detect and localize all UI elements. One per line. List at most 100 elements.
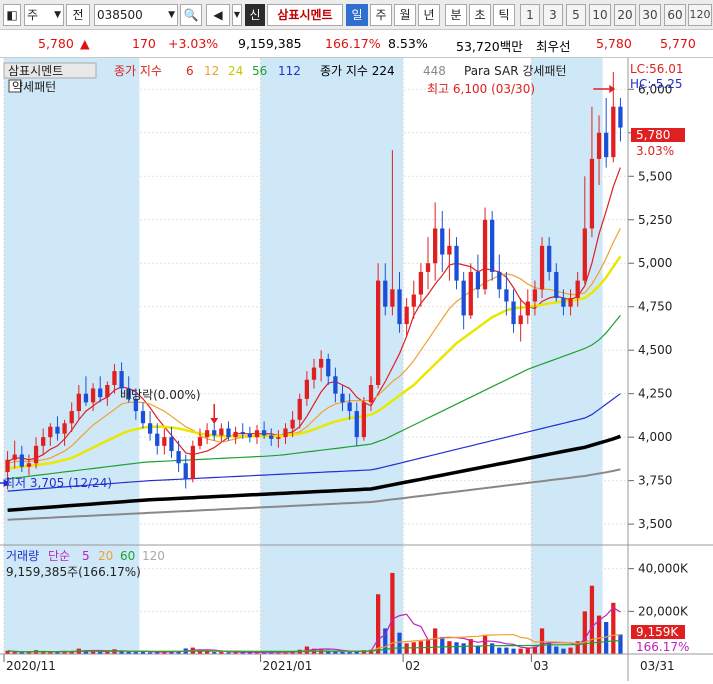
hc-value: HC:-5.25 [630, 77, 683, 91]
price-change-pct: +3.03% [168, 36, 219, 51]
volume-tag-value: 9,159K [636, 625, 679, 639]
candle-body [212, 430, 217, 436]
candle-body [596, 132, 602, 159]
volume-bar [440, 636, 445, 654]
y-tick-label: 3,500 [638, 517, 672, 531]
candle-body [311, 367, 317, 380]
volume-bar [504, 647, 509, 654]
candle-body [418, 271, 424, 295]
candle-body [176, 451, 181, 464]
interval-60-button[interactable]: 60 [664, 4, 686, 26]
period-day-button[interactable]: 일 [346, 4, 368, 26]
volume-y-tick-label: 20,000K [638, 604, 689, 618]
y-tick-label: 5,250 [638, 213, 672, 227]
price-chart-svg[interactable]: 3,500 3,750 4,000 4,250 4,500 4,750 5,000 5,250… [0, 58, 713, 681]
candle-body [155, 433, 160, 446]
candle-body [147, 423, 153, 434]
y-tick-label: 4,500 [638, 343, 672, 357]
volume-bar [475, 645, 481, 654]
candle-body [575, 280, 580, 299]
chart-menu-icon[interactable]: ◧ [3, 4, 21, 26]
candle-body [433, 228, 438, 264]
lc-value: LC:56.01 [630, 62, 683, 76]
chevron-down-icon: ▼ [168, 10, 175, 20]
candle-body [376, 280, 381, 385]
interval-120-button[interactable]: 120 [688, 4, 712, 26]
period-year-button[interactable]: 년 [418, 4, 440, 26]
candle-body [340, 393, 345, 403]
candle-body [504, 289, 509, 302]
stock-name[interactable]: 삼표시멘트 [267, 4, 343, 26]
new-badge: 신 [245, 4, 265, 26]
interval-10-button[interactable]: 10 [589, 4, 611, 26]
candle-body [539, 245, 545, 290]
volume-bar [425, 639, 431, 654]
price-tag-value: 5,780 [636, 128, 670, 142]
interval-5-button[interactable]: 5 [566, 4, 586, 26]
volume-bar [433, 628, 438, 654]
volume-bar [554, 646, 559, 654]
volume-bar [511, 648, 516, 654]
candle-body [204, 430, 210, 438]
candle-body [361, 402, 367, 438]
candle-body [304, 379, 310, 399]
candle-body [183, 463, 188, 479]
volume-bar [568, 647, 573, 654]
price-tag-pct: 3.03% [636, 144, 674, 158]
y-tick-label: 4,250 [638, 387, 672, 401]
volume-bar [582, 611, 587, 654]
candle-body [233, 431, 238, 438]
volume-bar [611, 602, 616, 654]
candle-body [482, 219, 488, 290]
chart-area[interactable]: 3,500 3,750 4,000 4,250 4,500 4,750 5,000 5,250… [0, 58, 713, 681]
volume-bar [447, 641, 452, 654]
candle-body [447, 245, 452, 255]
volume-ma-120: 120 [142, 549, 165, 563]
volume-bar [604, 622, 609, 654]
speaker-icon[interactable]: ◀ [206, 4, 230, 26]
candle-body [604, 132, 609, 158]
volume-legend-label: 거래량 [6, 549, 39, 563]
interval-20-button[interactable]: 20 [614, 4, 636, 26]
interval-3-button[interactable]: 3 [543, 4, 563, 26]
candle-body [532, 289, 538, 302]
candle-body [283, 428, 288, 438]
market-select[interactable]: 주 ▼ [24, 4, 64, 26]
period-tick-button[interactable]: 틱 [493, 4, 515, 26]
market-b-button[interactable]: 전 [66, 4, 90, 26]
x-tick-label: 2020/11 [6, 659, 56, 673]
month-band [260, 58, 404, 654]
x-tick-label: 03 [533, 659, 548, 673]
candle-body [226, 428, 231, 438]
legend-pattern-label: 약세패턴 [12, 79, 56, 94]
interval-1-button[interactable]: 1 [520, 4, 540, 26]
volume-bar [497, 647, 502, 654]
candle-body [425, 263, 431, 272]
candle-body [112, 371, 117, 385]
period-month-button[interactable]: 월 [394, 4, 416, 26]
period-second-button[interactable]: 초 [469, 4, 491, 26]
volume-bar [454, 642, 459, 654]
period-week-button[interactable]: 주 [370, 4, 392, 26]
candle-body [297, 398, 302, 420]
candle-body [5, 459, 10, 472]
period-minute-button[interactable]: 분 [445, 4, 467, 26]
x-tick-label: 02 [405, 659, 420, 673]
interval-30-button[interactable]: 30 [639, 4, 661, 26]
candle-body [397, 289, 402, 325]
legend-ma-56: 56 [252, 64, 267, 78]
candle-body [261, 430, 267, 436]
code-input[interactable]: 038500 ▼ [94, 4, 178, 26]
trade-amount: 53,720백만 [456, 39, 523, 54]
candle-body [98, 388, 103, 398]
candle-body [611, 106, 616, 158]
candle-body [119, 371, 124, 389]
search-icon[interactable]: 🔍 [180, 4, 202, 26]
volume-bar [404, 643, 409, 654]
candle-body [318, 358, 324, 368]
legend-ma2-extra: 448 [423, 64, 446, 78]
y-tick-label: 5,000 [638, 256, 672, 270]
chevron-down-icon[interactable]: ▼ [232, 4, 242, 26]
candle-body [440, 228, 445, 255]
dividend-annotation: 배당락(0.00%) [120, 388, 201, 402]
